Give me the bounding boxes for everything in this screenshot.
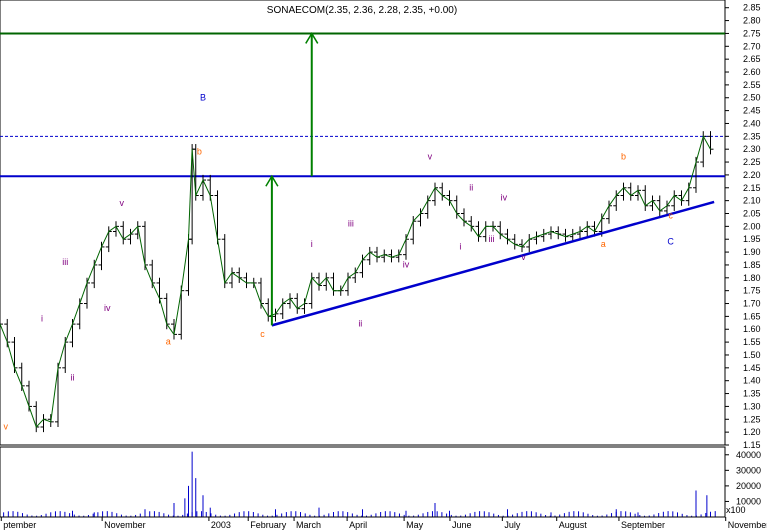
- wave-label: iv: [104, 303, 111, 313]
- volume-tick-label: 40000: [736, 450, 761, 460]
- price-tick-label: 2.50: [743, 93, 761, 103]
- price-tick-label: 1.95: [743, 234, 761, 244]
- wave-label: v: [4, 422, 9, 432]
- price-tick-label: 2.30: [743, 144, 761, 154]
- volume-unit-label: x100: [726, 505, 746, 515]
- stock-chart: SONAECOM(2.35, 2.36, 2.28, 2.35, +0.00) …: [0, 0, 767, 530]
- time-tick-label: July: [504, 520, 521, 530]
- wave-label: iv: [501, 193, 508, 203]
- price-tick-label: 1.75: [743, 286, 761, 296]
- wave-label: B: [200, 92, 206, 102]
- price-tick-label: 2.70: [743, 41, 761, 51]
- price-axis: 1.15 1.20 1.25 1.30 1.35 1.40 1.45 1.50 1.55 1.60…: [725, 3, 761, 450]
- price-tick-label: 1.40: [743, 376, 761, 386]
- price-tick-label: 1.85: [743, 260, 761, 270]
- volume-axis: 10000200003000040000x100: [725, 450, 761, 515]
- volume-panel: 10000200003000040000x100: [0, 446, 761, 518]
- price-tick-label: 1.55: [743, 337, 761, 347]
- time-tick-label: September: [621, 520, 665, 530]
- price-tick-label: 2.85: [743, 3, 761, 13]
- wave-label: i: [459, 242, 461, 252]
- time-tick-label: November: [104, 520, 146, 530]
- price-tick-label: 2.45: [743, 106, 761, 116]
- wave-label: i: [41, 314, 43, 324]
- time-tick-label: March: [296, 520, 321, 530]
- time-tick-label: February: [250, 520, 287, 530]
- time-tick-label: 2003: [211, 520, 231, 530]
- price-tick-label: 2.00: [743, 221, 761, 231]
- wave-label: ii: [469, 182, 473, 192]
- wave-label: iv: [403, 260, 410, 270]
- price-tick-label: 1.50: [743, 350, 761, 360]
- volume-plot-area: [0, 446, 726, 518]
- price-tick-label: 1.80: [743, 273, 761, 283]
- volume-tick-label: 30000: [736, 465, 761, 475]
- price-tick-label: 1.70: [743, 299, 761, 309]
- wave-label: iii: [348, 218, 354, 228]
- price-tick-label: 2.10: [743, 196, 761, 206]
- chart-title: SONAECOM(2.35, 2.36, 2.28, 2.35, +0.00): [267, 5, 457, 16]
- wave-label: iii: [489, 234, 495, 244]
- wave-label: iii: [62, 257, 68, 267]
- price-tick-label: 1.15: [743, 440, 761, 450]
- price-tick-label: 2.15: [743, 183, 761, 193]
- price-tick-label: 1.30: [743, 401, 761, 411]
- wave-label: c: [260, 329, 265, 339]
- price-tick-label: 1.45: [743, 363, 761, 373]
- price-tick-label: 1.25: [743, 414, 761, 424]
- price-tick-label: 2.40: [743, 118, 761, 128]
- volume-tick-label: 20000: [736, 481, 761, 491]
- wave-label: v: [120, 198, 125, 208]
- price-tick-label: 1.35: [743, 389, 761, 399]
- price-plot-area: [0, 0, 726, 446]
- price-tick-label: 2.75: [743, 28, 761, 38]
- price-tick-label: 1.65: [743, 311, 761, 321]
- time-tick-label: April: [349, 520, 367, 530]
- wave-label: b: [621, 151, 626, 161]
- price-panel: SONAECOM(2.35, 2.36, 2.28, 2.35, +0.00) …: [0, 0, 761, 450]
- wave-label: v: [428, 151, 433, 161]
- wave-label: C: [667, 236, 674, 246]
- price-tick-label: 2.35: [743, 131, 761, 141]
- wave-label: a: [166, 337, 171, 347]
- price-tick-label: 2.55: [743, 80, 761, 90]
- price-tick-label: 2.05: [743, 208, 761, 218]
- price-tick-label: 2.25: [743, 157, 761, 167]
- time-tick-label: November: [728, 520, 767, 530]
- wave-label: i: [311, 239, 313, 249]
- time-tick-label: May: [406, 520, 424, 530]
- price-tick-label: 2.20: [743, 170, 761, 180]
- time-tick-label: June: [452, 520, 472, 530]
- price-tick-label: 2.80: [743, 16, 761, 26]
- time-tick-label: August: [559, 520, 588, 530]
- price-tick-label: 2.60: [743, 67, 761, 77]
- price-tick-label: 2.65: [743, 54, 761, 64]
- price-tick-label: 1.20: [743, 427, 761, 437]
- time-tick-label: ptember: [3, 520, 36, 530]
- price-tick-label: 1.90: [743, 247, 761, 257]
- price-tick-label: 1.60: [743, 324, 761, 334]
- time-axis: ptember November 2003 February March April May…: [0, 516, 767, 530]
- wave-label: a: [601, 239, 606, 249]
- wave-label: c: [668, 211, 673, 221]
- wave-label: ii: [71, 373, 75, 383]
- wave-label: b: [197, 146, 202, 156]
- wave-label: v: [521, 252, 526, 262]
- wave-label: ii: [358, 319, 362, 329]
